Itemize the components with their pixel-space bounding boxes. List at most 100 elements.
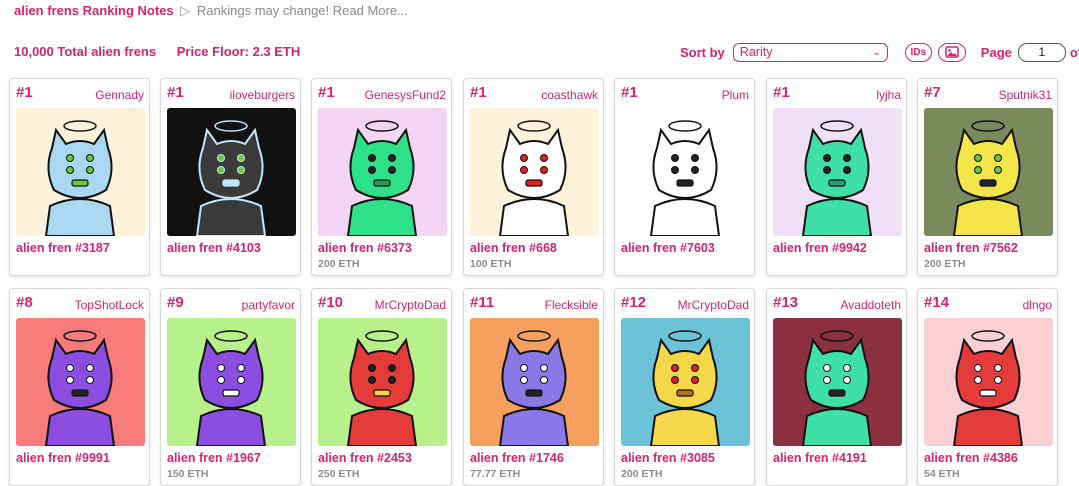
price-label: 100 ETH [470, 258, 512, 270]
nft-card[interactable]: #1 Plum alien fren #7603 [614, 78, 755, 276]
rank-label: #1 [167, 84, 184, 101]
price-label: 77.77 ETH [470, 468, 521, 480]
ranking-notes-bar: alien frens Ranking Notes ▷ Rankings may… [14, 3, 408, 19]
owner-link[interactable]: Avaddoteth [841, 298, 902, 312]
rank-label: #10 [318, 294, 344, 311]
nft-name-link[interactable]: alien fren #3085 [621, 451, 715, 465]
nft-name-link[interactable]: alien fren #4103 [167, 241, 261, 255]
nft-image[interactable] [318, 318, 447, 446]
owner-link[interactable]: coasthawk [541, 88, 598, 102]
rank-label: #13 [773, 294, 799, 311]
owner-link[interactable]: Plum [722, 88, 749, 102]
alien-illustration [649, 330, 721, 446]
collection-stats: 10,000 Total alien frens Price Floor: 2.… [14, 44, 300, 59]
alien-illustration [346, 330, 418, 446]
owner-link[interactable]: MrCryptoDad [678, 298, 749, 312]
rank-label: #1 [470, 84, 487, 101]
nft-card[interactable]: #10 MrCryptoDad alien fren #2453 250 ETH [311, 288, 452, 486]
page-of-label: of [1069, 44, 1079, 60]
owner-link[interactable]: iloveburgers [230, 88, 295, 102]
owner-link[interactable]: GenesysFund2 [365, 88, 446, 102]
price-label: 200 ETH [621, 468, 663, 480]
price-label: 250 ETH [318, 468, 360, 480]
nft-name-link[interactable]: alien fren #9942 [773, 241, 867, 255]
alien-illustration [346, 120, 418, 236]
alien-illustration [498, 330, 570, 446]
nft-card[interactable]: #13 Avaddoteth alien fren #4191 [766, 288, 907, 486]
alien-illustration [498, 120, 570, 236]
nft-name-link[interactable]: alien fren #1967 [167, 451, 261, 465]
alien-illustration [44, 120, 116, 236]
nft-name-link[interactable]: alien fren #3187 [16, 241, 110, 255]
nft-card[interactable]: #8 TopShotLock alien fren #9991 [9, 288, 150, 486]
page-number-input[interactable]: 1 [1017, 42, 1066, 62]
nft-card[interactable]: #11 Flecksible alien fren #1746 77.77 ETH [463, 288, 604, 486]
nft-card[interactable]: #1 iloveburgers alien fren #4103 [160, 78, 301, 276]
nft-image[interactable] [16, 318, 145, 446]
nft-name-link[interactable]: alien fren #2453 [318, 451, 412, 465]
owner-link[interactable]: MrCryptoDad [375, 298, 446, 312]
owner-link[interactable]: Flecksible [545, 298, 598, 312]
chevron-down-icon: ⌄ [872, 46, 881, 58]
owner-link[interactable]: partyfavor [242, 298, 295, 312]
ids-toggle-button[interactable]: IDs [904, 42, 932, 62]
rank-label: #12 [621, 294, 647, 311]
nft-image[interactable] [167, 318, 296, 446]
nft-name-link[interactable]: alien fren #4386 [924, 451, 1018, 465]
nft-name-link[interactable]: alien fren #6373 [318, 241, 412, 255]
nft-card[interactable]: #12 MrCryptoDad alien fren #3085 200 ETH [614, 288, 755, 486]
nft-image[interactable] [318, 108, 447, 236]
alien-illustration [44, 330, 116, 446]
alien-illustration [801, 330, 873, 446]
nft-card[interactable]: #7 Sputnik31 alien fren #7562 200 ETH [917, 78, 1058, 276]
nft-name-link[interactable]: alien fren #7603 [621, 241, 715, 255]
rank-label: #9 [167, 294, 184, 311]
nft-name-link[interactable]: alien fren #1746 [470, 451, 564, 465]
nft-name-link[interactable]: alien fren #668 [470, 241, 557, 255]
nft-card[interactable]: #1 GenesysFund2 alien fren #6373 200 ETH [311, 78, 452, 276]
sort-select[interactable]: Rarity ⌄ [732, 42, 888, 62]
price-label: 200 ETH [924, 258, 966, 270]
owner-link[interactable]: dlngo [1023, 298, 1052, 312]
alien-illustration [195, 120, 267, 236]
image-icon [945, 46, 959, 58]
image-toggle-button[interactable] [937, 42, 966, 62]
owner-link[interactable]: Sputnik31 [999, 88, 1052, 102]
nft-card[interactable]: #9 partyfavor alien fren #1967 150 ETH [160, 288, 301, 486]
nft-image[interactable] [621, 318, 750, 446]
play-triangle-icon: ▷ [180, 3, 191, 18]
rank-label: #7 [924, 84, 941, 101]
nft-image[interactable] [924, 318, 1053, 446]
price-floor: Price Floor: 2.3 ETH [176, 44, 301, 59]
nft-image[interactable] [773, 318, 902, 446]
nft-image[interactable] [773, 108, 902, 236]
rank-label: #1 [773, 84, 790, 101]
nft-card[interactable]: #1 lyjha alien fren #9942 [766, 78, 907, 276]
nft-image[interactable] [924, 108, 1053, 236]
owner-link[interactable]: lyjha [876, 88, 901, 102]
nft-image[interactable] [470, 108, 599, 236]
read-more-link[interactable]: Rankings may change! Read More... [197, 3, 408, 18]
rank-label: #14 [924, 294, 950, 311]
nft-card[interactable]: #1 coasthawk alien fren #668 100 ETH [463, 78, 604, 276]
alien-illustration [952, 330, 1024, 446]
sort-label: Sort by [680, 44, 725, 60]
nft-name-link[interactable]: alien fren #7562 [924, 241, 1018, 255]
price-label: 150 ETH [167, 468, 209, 480]
nft-image[interactable] [470, 318, 599, 446]
nft-image[interactable] [621, 108, 750, 236]
owner-link[interactable]: TopShotLock [75, 298, 144, 312]
nft-image[interactable] [167, 108, 296, 236]
page-label: Page [980, 44, 1012, 60]
alien-illustration [649, 120, 721, 236]
nft-card[interactable]: #1 Gennady alien fren #3187 [9, 78, 150, 276]
ranking-notes-link[interactable]: alien frens Ranking Notes [14, 3, 174, 18]
nft-name-link[interactable]: alien fren #9991 [16, 451, 110, 465]
nft-card[interactable]: #14 dlngo alien fren #4386 54 ETH [917, 288, 1058, 486]
rank-label: #1 [318, 84, 335, 101]
price-label: 200 ETH [318, 258, 360, 270]
alien-illustration [195, 330, 267, 446]
nft-image[interactable] [16, 108, 145, 236]
nft-name-link[interactable]: alien fren #4191 [773, 451, 867, 465]
owner-link[interactable]: Gennady [95, 88, 144, 102]
